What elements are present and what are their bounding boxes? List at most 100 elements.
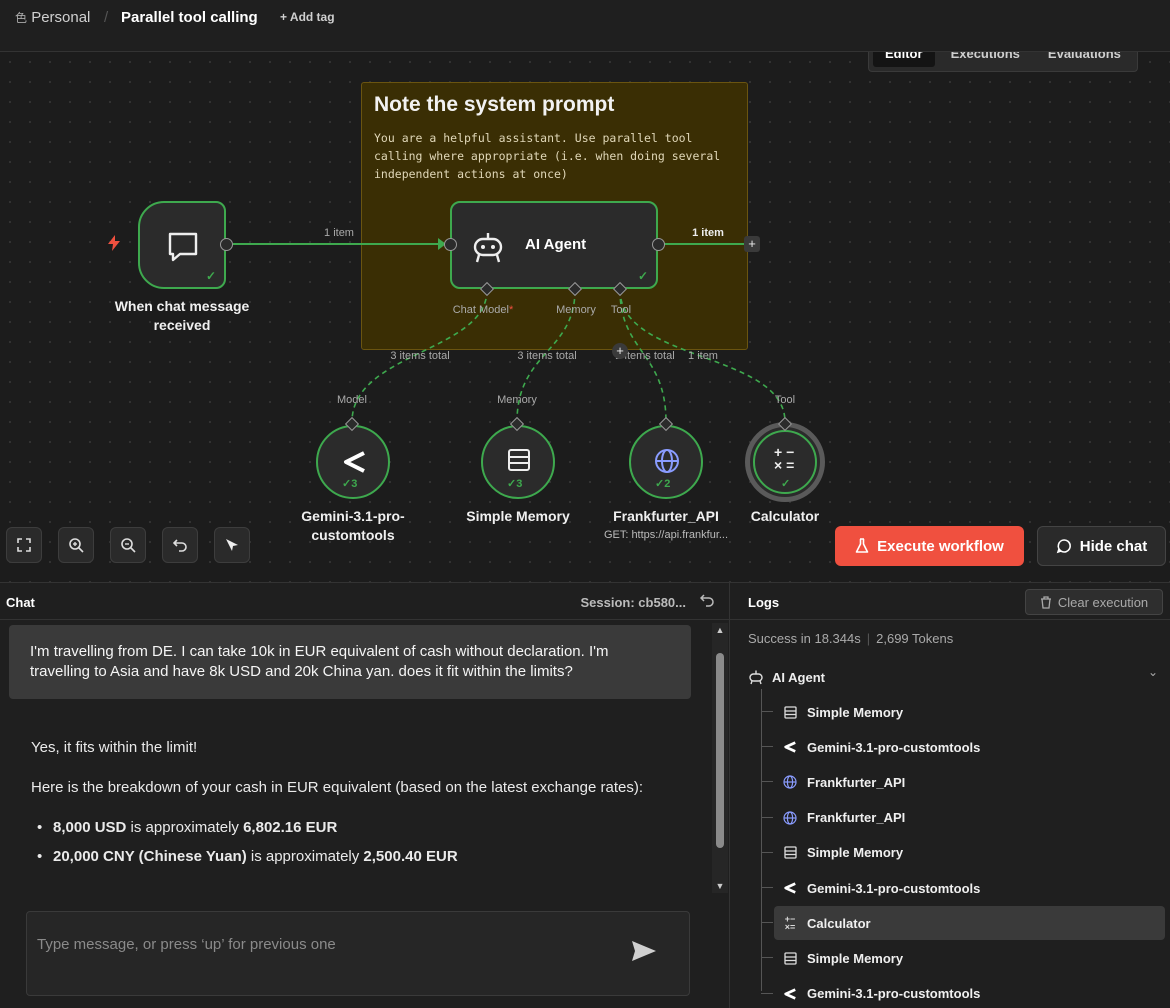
chat-input[interactable] (37, 934, 597, 954)
trigger-output-port[interactable] (220, 238, 233, 251)
send-button[interactable] (631, 940, 657, 967)
zoom-out-icon (121, 538, 136, 553)
logs-panel: Logs Clear execution Success in 18.344s |… (730, 582, 1170, 1008)
bullet-value: 6,802.16 EUR (243, 819, 338, 836)
run-count-badge: ✓3 (342, 478, 358, 490)
chevron-down-icon[interactable]: ⌄ (1148, 665, 1158, 679)
log-entry[interactable]: Gemini-3.1-pro-customtools (761, 730, 1165, 764)
assistant-line-1: Yes, it fits within the limit! (31, 739, 198, 756)
model-icon (340, 449, 368, 480)
log-entry-label: Simple Memory (807, 950, 904, 966)
scroll-thumb[interactable] (716, 653, 724, 848)
lightning-icon (108, 235, 120, 256)
execute-workflow-button[interactable]: Execute workflow (835, 526, 1024, 566)
breadcrumb-owner-label: Personal (31, 9, 91, 26)
run-count: 2 (664, 478, 671, 490)
token-count: 2,699 Tokens (876, 631, 954, 646)
log-entry-label: Gemini-3.1-pro-customtools (807, 986, 981, 1002)
log-entry-label: Frankfurter_API (807, 774, 906, 790)
run-count: 3 (516, 478, 523, 490)
robot-icon (749, 670, 763, 685)
hide-chat-button[interactable]: Hide chat (1037, 526, 1166, 566)
log-entry[interactable]: Simple Memory (761, 836, 1165, 870)
list-item: 8,000 USD is approximately 6,802.16 EUR (31, 818, 691, 838)
clear-execution-button[interactable]: Clear execution (1025, 589, 1163, 615)
execute-workflow-label: Execute workflow (877, 537, 1004, 555)
assistant-message: Yes, it fits within the limit! Here is t… (31, 738, 691, 876)
workflow-title[interactable]: Parallel tool calling (121, 9, 258, 26)
top-bar: ⾊ Personal / Parallel tool calling + Add… (0, 0, 1170, 52)
tree-connector (761, 816, 773, 818)
send-icon (632, 941, 656, 961)
frankfurter-node[interactable]: ✓2 (629, 425, 703, 499)
fit-view-button[interactable] (6, 527, 42, 563)
bullet-amount: 20,000 CNY (Chinese Yuan) (53, 848, 247, 865)
model-icon (783, 881, 797, 895)
session-id[interactable]: Session: cb580... (581, 595, 687, 610)
log-entry-label: Frankfurter_API (807, 810, 906, 826)
trigger-node-label: When chat message received (114, 298, 250, 333)
undo-icon (699, 594, 714, 607)
tree-connector (761, 957, 773, 959)
edge-label-model-items: 3 items total (390, 350, 450, 362)
agent-input-port[interactable] (444, 238, 457, 251)
success-check-icon: ✓ (781, 478, 791, 490)
required-mark: * (508, 304, 514, 316)
log-entry-label: Gemini-3.1-pro-customtools (807, 739, 981, 755)
assistant-bullets: 8,000 USD is approximately 6,802.16 EUR … (31, 818, 691, 867)
add-node-button[interactable]: + (744, 236, 760, 252)
chat-scrollbar[interactable]: ▲ ▼ (712, 623, 728, 893)
gemini-node[interactable]: ✓3 (316, 425, 390, 499)
scroll-up-icon[interactable]: ▲ (715, 625, 725, 635)
calculator-node[interactable]: + − × = ✓ (745, 422, 825, 502)
user-message: I'm travelling from DE. I can take 10k i… (9, 625, 691, 699)
simple-memory-node[interactable]: ✓3 (481, 425, 555, 499)
conn-label-memory: Memory (497, 394, 537, 406)
undo-button[interactable] (162, 527, 198, 563)
reset-session-button[interactable] (699, 593, 714, 612)
trash-icon (1040, 595, 1051, 609)
chat-icon (1056, 539, 1071, 554)
log-entry[interactable]: Gemini-3.1-pro-customtools (761, 977, 1165, 1008)
log-entry[interactable]: +− ×= Calculator (761, 906, 1165, 941)
model-icon (783, 740, 797, 754)
log-entry[interactable]: Frankfurter_API (761, 765, 1165, 799)
log-entry[interactable]: Gemini-3.1-pro-customtools (761, 871, 1165, 905)
log-entry-label: Calculator (807, 915, 871, 931)
port-label-chat-model-text: Chat Model (452, 304, 509, 316)
agent-output-port[interactable] (652, 238, 665, 251)
log-entry[interactable]: Frankfurter_API (761, 801, 1165, 835)
scroll-down-icon[interactable]: ▼ (715, 881, 725, 891)
trigger-node[interactable]: ✓ (138, 201, 226, 289)
add-tool-button[interactable]: + (612, 343, 628, 359)
log-root-ai-agent[interactable]: AI Agent (748, 665, 1158, 689)
tree-connector (761, 746, 773, 748)
chat-bubble-icon (166, 230, 200, 269)
zoom-out-button[interactable] (110, 527, 146, 563)
tree-connector (761, 851, 773, 853)
success-check-icon: ✓ (206, 269, 217, 283)
breadcrumb-owner[interactable]: ⾊ Personal (15, 9, 90, 26)
tree-connector (761, 922, 773, 924)
log-entry[interactable]: Simple Memory (761, 941, 1165, 975)
workflow-canvas[interactable]: Editor Executions Evaluations Note the s… (0, 52, 1170, 582)
run-count-badge: ✓3 (507, 478, 523, 490)
execution-summary: Success in 18.344s | 2,699 Tokens (748, 631, 953, 646)
ai-agent-label: AI Agent (525, 236, 587, 253)
conn-label-tool: Tool (774, 394, 796, 406)
tidy-up-button[interactable] (214, 527, 250, 563)
ai-agent-node[interactable]: AI Agent ✓ (450, 201, 658, 289)
success-check-icon: ✓ (638, 269, 649, 283)
undo-icon (173, 539, 187, 552)
summary-divider: | (866, 631, 871, 646)
zoom-in-icon (69, 538, 84, 553)
add-tag-button[interactable]: + Add tag (280, 10, 335, 24)
breadcrumb-separator: / (104, 9, 109, 26)
log-entry[interactable]: Simple Memory (761, 695, 1165, 729)
hide-chat-label: Hide chat (1079, 537, 1148, 555)
zoom-in-button[interactable] (58, 527, 94, 563)
tree-connector (761, 992, 773, 994)
run-count: 3 (351, 478, 358, 490)
globe-icon (783, 775, 797, 789)
frankfurter-node-label: Frankfurter_API (613, 508, 719, 524)
